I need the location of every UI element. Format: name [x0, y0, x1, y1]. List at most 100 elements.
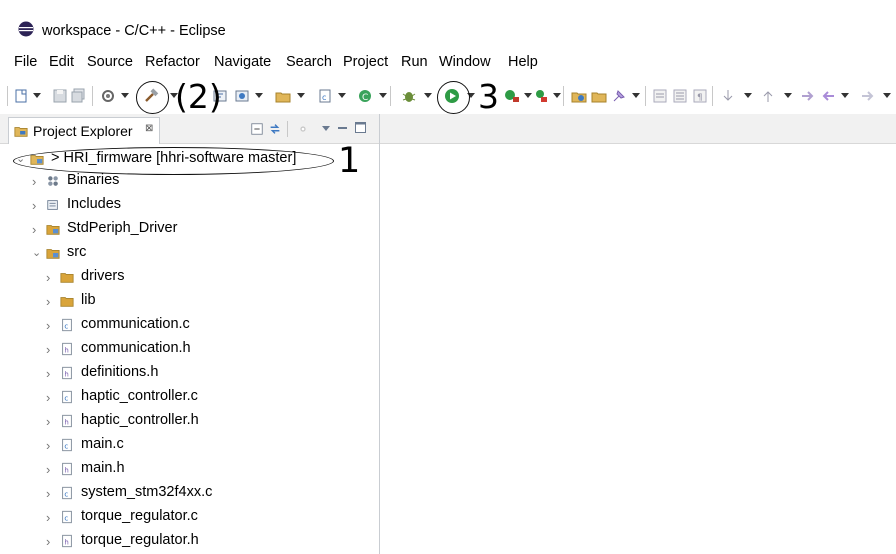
chevron-right-icon[interactable]: › — [46, 534, 50, 549]
tree-row[interactable]: › c communication.c — [44, 315, 360, 337]
h-file-icon: h — [62, 462, 72, 476]
new-class-icon[interactable] — [234, 88, 250, 104]
project-explorer-header: Project Explorer ⊠ — [0, 114, 379, 144]
chevron-right-icon[interactable]: › — [46, 270, 50, 285]
project-explorer-panel: Project Explorer ⊠ ⌄ > HRI_firmware [hhr… — [0, 114, 380, 554]
menu-navigate[interactable]: Navigate — [214, 54, 271, 70]
menu-window[interactable]: Window — [439, 54, 491, 70]
debug-bug-icon[interactable] — [401, 88, 417, 104]
save-all-icon[interactable] — [70, 88, 86, 104]
c-file-icon: c — [62, 510, 72, 524]
open-type-icon[interactable] — [571, 88, 587, 104]
tab-project-explorer[interactable]: Project Explorer ⊠ — [8, 117, 160, 144]
toggle-block-icon[interactable] — [672, 88, 688, 104]
menu-edit[interactable]: Edit — [49, 54, 74, 70]
eclipse-logo-icon — [18, 21, 34, 37]
svg-text:c: c — [64, 323, 68, 331]
new-file-icon[interactable]: c — [317, 88, 333, 104]
tree-row[interactable]: › c haptic_controller.c — [44, 387, 360, 409]
svg-text:h: h — [64, 539, 68, 547]
tree-row[interactable]: › c system_stm32f4xx.c — [44, 483, 360, 505]
cdt-icon[interactable] — [100, 88, 116, 104]
chevron-right-icon[interactable]: › — [32, 222, 36, 237]
source-folder-icon — [46, 225, 60, 235]
last-edit-icon[interactable] — [800, 88, 816, 104]
tree-row[interactable]: › h communication.h — [44, 339, 360, 361]
chevron-right-icon[interactable]: › — [32, 198, 36, 213]
save-icon[interactable] — [52, 88, 68, 104]
includes-icon — [47, 200, 58, 210]
prev-annotation-icon[interactable] — [760, 88, 776, 104]
folder-icon — [60, 273, 74, 283]
minimize-icon[interactable] — [338, 124, 347, 133]
profile-icon[interactable] — [533, 88, 549, 104]
link-editor-icon[interactable] — [268, 122, 282, 136]
tree-row[interactable]: › lib — [44, 291, 360, 313]
chevron-right-icon[interactable]: › — [46, 414, 50, 429]
new-folder-icon[interactable] — [275, 88, 291, 104]
svg-text:c: c — [322, 93, 326, 102]
svg-text:h: h — [64, 347, 68, 355]
tree-item-label: main.h — [81, 460, 125, 476]
forward-icon[interactable] — [860, 88, 876, 104]
chevron-right-icon[interactable]: › — [32, 174, 36, 189]
pin-icon[interactable] — [611, 88, 627, 104]
chevron-right-icon[interactable]: › — [46, 366, 50, 381]
chevron-right-icon[interactable]: › — [46, 294, 50, 309]
next-annotation-icon[interactable] — [720, 88, 736, 104]
annotation-label-2: (2) — [175, 77, 222, 116]
menu-source[interactable]: Source — [87, 54, 133, 70]
tree-row[interactable]: › c torque_regulator.c — [44, 507, 360, 529]
tree-row[interactable]: › h main.h — [44, 459, 360, 481]
tree-row[interactable]: › h torque_regulator.h — [44, 531, 360, 553]
menu-refactor[interactable]: Refactor — [145, 54, 200, 70]
menu-run[interactable]: Run — [401, 54, 428, 70]
tree-item-label: Includes — [67, 196, 122, 212]
annotation-circle-build — [136, 81, 169, 114]
tree-row[interactable]: › h haptic_controller.h — [44, 411, 360, 433]
collapse-all-icon[interactable] — [250, 122, 264, 136]
view-menu-icon[interactable] — [322, 124, 330, 132]
h-file-icon: h — [62, 342, 72, 356]
tree-row[interactable]: › Binaries — [30, 171, 360, 193]
c-file-icon: c — [62, 318, 72, 332]
tree-row[interactable]: › StdPeriph_Driver — [30, 219, 360, 241]
menu-search[interactable]: Search — [286, 54, 332, 70]
external-tools-icon[interactable] — [504, 88, 520, 104]
filter-icon[interactable] — [296, 122, 310, 136]
new-icon[interactable] — [13, 88, 29, 104]
source-folder-icon — [46, 249, 60, 259]
back-icon[interactable] — [820, 88, 836, 104]
tab-close-icon[interactable]: ⊠ — [145, 123, 153, 134]
c-help-icon[interactable]: C — [357, 88, 373, 104]
menu-help[interactable]: Help — [508, 54, 538, 70]
tree-row[interactable]: › h definitions.h — [44, 363, 360, 385]
tree-item-label: main.c — [81, 436, 124, 452]
open-element-icon[interactable] — [591, 88, 607, 104]
menu-project[interactable]: Project — [343, 54, 388, 70]
tree-row[interactable]: › Includes — [30, 195, 360, 217]
maximize-icon[interactable] — [355, 122, 366, 133]
svg-text:C: C — [362, 93, 368, 103]
tree-row[interactable]: › c main.c — [44, 435, 360, 457]
editor-area — [380, 114, 896, 554]
chevron-right-icon[interactable]: › — [46, 462, 50, 477]
chevron-right-icon[interactable]: › — [46, 438, 50, 453]
tab-label: Project Explorer — [33, 123, 133, 139]
tree-row[interactable]: ⌄ src — [30, 243, 360, 265]
title-bar: workspace - C/C++ - Eclipse — [0, 0, 896, 50]
toggle-mark-icon[interactable] — [652, 88, 668, 104]
chevron-right-icon[interactable]: › — [46, 486, 50, 501]
menu-bar: File Edit Source Refactor Navigate Searc… — [0, 52, 896, 74]
menu-file[interactable]: File — [14, 54, 37, 70]
chevron-right-icon[interactable]: › — [46, 510, 50, 525]
h-file-icon: h — [62, 534, 72, 548]
tree-item-label: torque_regulator.h — [81, 532, 199, 548]
show-whitespace-icon[interactable]: ¶ — [692, 88, 708, 104]
chevron-right-icon[interactable]: › — [46, 342, 50, 357]
chevron-right-icon[interactable]: › — [46, 390, 50, 405]
chevron-right-icon[interactable]: › — [46, 318, 50, 333]
chevron-down-icon[interactable]: ⌄ — [32, 246, 41, 259]
tree-item-label: definitions.h — [81, 364, 159, 380]
tree-row[interactable]: › drivers — [44, 267, 360, 289]
